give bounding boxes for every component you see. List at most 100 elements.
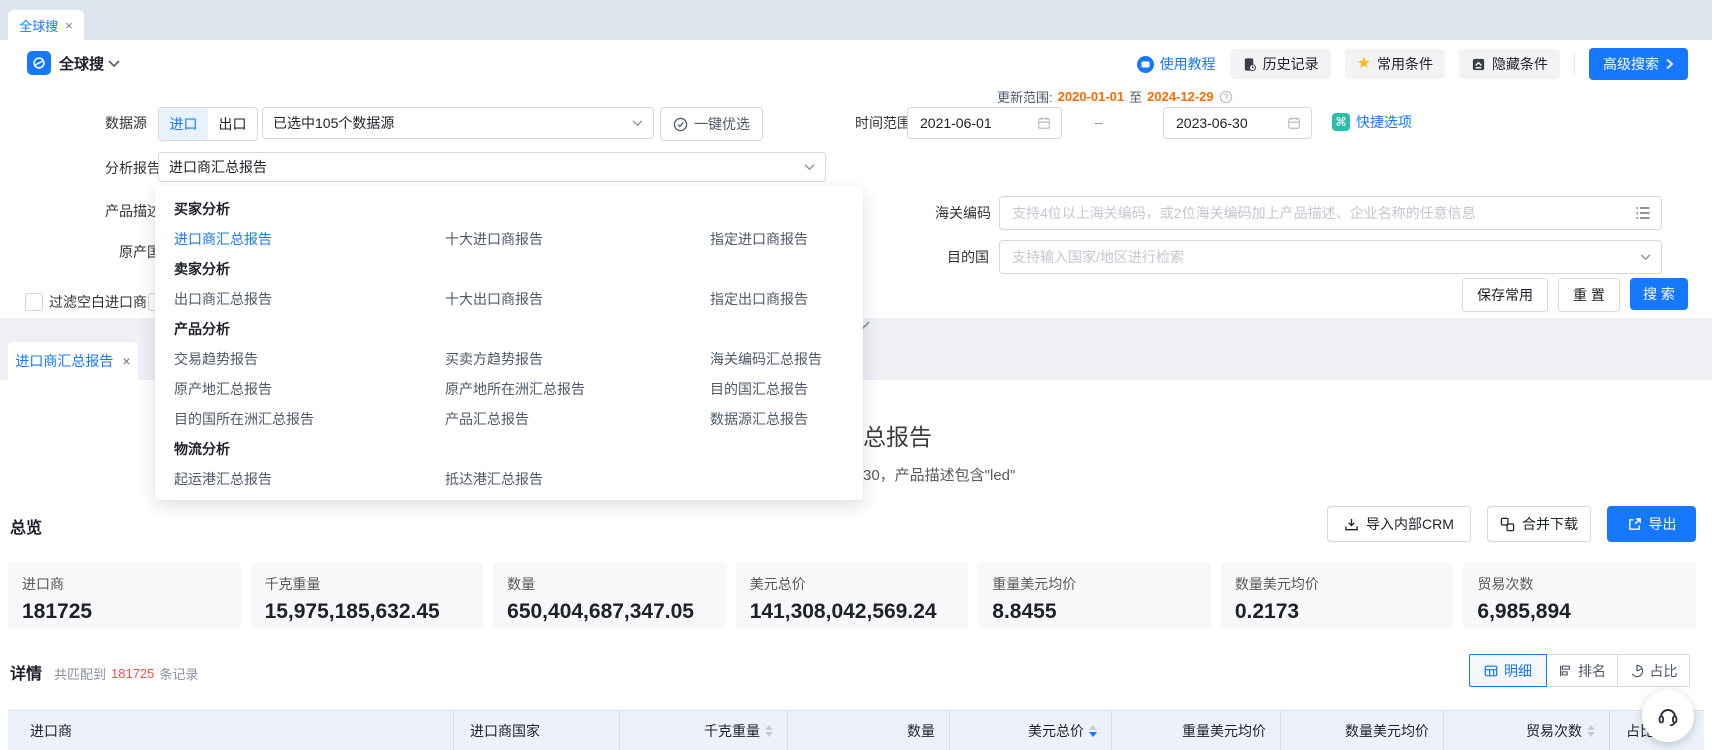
merge-download-button[interactable]: 合并下载 bbox=[1487, 506, 1591, 542]
stat-card-importers: 进口商 181725 bbox=[8, 562, 241, 629]
quick-options-link[interactable]: ⌘ 快捷选项 bbox=[1332, 112, 1412, 132]
list-icon[interactable] bbox=[1635, 206, 1651, 220]
col-usd-per-qty[interactable]: 数量美元均价 bbox=[1281, 711, 1444, 750]
menu-item-top-importers-report[interactable]: 十大进口商报告 bbox=[445, 229, 710, 249]
overview-heading: 总览 bbox=[10, 514, 42, 538]
menu-item-product-summary-report[interactable]: 产品汇总报告 bbox=[445, 409, 710, 429]
hs-code-field[interactable] bbox=[1010, 204, 1635, 222]
report-subtitle-fragment: 30，产品描述包含"led" bbox=[863, 464, 1015, 485]
start-date-input[interactable] bbox=[907, 107, 1062, 139]
menu-item-specified-exporter-report[interactable]: 指定出口商报告 bbox=[710, 289, 844, 309]
toggle-import[interactable]: 进口 bbox=[159, 108, 208, 140]
pie-icon bbox=[1630, 664, 1644, 678]
menu-item-importer-summary-report[interactable]: 进口商汇总报告 bbox=[174, 229, 445, 249]
view-toggle-rank[interactable]: 排名 bbox=[1546, 654, 1618, 687]
divider bbox=[1574, 53, 1575, 75]
col-kg-weight[interactable]: 千克重量 bbox=[620, 711, 788, 750]
col-importer-country[interactable]: 进口商国家 bbox=[454, 711, 620, 750]
question-circle-icon[interactable]: ? bbox=[1219, 90, 1233, 104]
calendar-icon bbox=[1287, 116, 1301, 130]
hide-conditions-icon bbox=[1471, 57, 1486, 72]
history-icon bbox=[1242, 57, 1257, 72]
end-date-input[interactable] bbox=[1163, 107, 1312, 139]
close-icon[interactable]: × bbox=[65, 18, 73, 33]
col-trade-count[interactable]: 贸易次数 bbox=[1444, 711, 1610, 750]
sort-icon[interactable] bbox=[1587, 725, 1595, 737]
calendar-icon bbox=[1037, 116, 1051, 130]
hs-code-input[interactable] bbox=[999, 196, 1662, 230]
filter-blank-importer-label: 过滤空白进口商 bbox=[49, 294, 147, 310]
menu-item-top-exporters-report[interactable]: 十大出口商报告 bbox=[445, 289, 710, 309]
report-type-select[interactable]: 进口商汇总报告 bbox=[158, 152, 826, 182]
headset-icon bbox=[1656, 704, 1680, 728]
col-quantity[interactable]: 数量 bbox=[788, 711, 950, 750]
view-toggle-detail[interactable]: 明细 bbox=[1469, 654, 1547, 687]
advanced-search-button[interactable]: 高级搜索 bbox=[1589, 48, 1688, 80]
search-button[interactable]: 搜 索 bbox=[1630, 278, 1688, 310]
stat-card-kg-weight: 千克重量 15,975,185,632.45 bbox=[251, 562, 484, 629]
app-title: 全球搜 bbox=[59, 53, 104, 74]
tutorial-icon bbox=[1137, 56, 1154, 73]
page-tab-global-search[interactable]: 全球搜 × bbox=[8, 10, 84, 40]
menu-item-trade-trend-report[interactable]: 交易趋势报告 bbox=[174, 349, 445, 369]
menu-item-data-source-summary-report[interactable]: 数据源汇总报告 bbox=[710, 409, 844, 429]
match-count-text: 共匹配到 181725 条记录 bbox=[54, 664, 198, 683]
sort-icon[interactable] bbox=[765, 725, 773, 737]
hs-code-label: 海关编码 bbox=[935, 205, 991, 221]
menu-item-exporter-summary-report[interactable]: 出口商汇总报告 bbox=[174, 289, 445, 309]
menu-group-logistics-analysis: 物流分析 bbox=[155, 434, 863, 464]
col-importer[interactable]: 进口商 bbox=[8, 711, 454, 750]
export-button[interactable]: 导出 bbox=[1607, 506, 1696, 542]
rank-icon bbox=[1558, 664, 1572, 678]
one-click-select-button[interactable]: 一键优选 bbox=[660, 107, 763, 141]
favorites-button[interactable]: ★ 常用条件 bbox=[1345, 49, 1445, 79]
menu-group-product-analysis: 产品分析 bbox=[155, 314, 863, 344]
menu-item-specified-importer-report[interactable]: 指定进口商报告 bbox=[710, 229, 844, 249]
check-circle-icon bbox=[673, 117, 688, 132]
close-icon[interactable]: × bbox=[122, 353, 130, 369]
import-icon bbox=[1344, 517, 1359, 532]
menu-item-origin-continent-summary-report[interactable]: 原产地所在洲汇总报告 bbox=[445, 379, 710, 399]
menu-item-buyer-seller-trend-report[interactable]: 买卖方趋势报告 bbox=[445, 349, 710, 369]
update-range-end: 2024-12-29 bbox=[1147, 89, 1214, 104]
stat-card-usd-per-qty: 数量美元均价 0.2173 bbox=[1221, 562, 1454, 629]
col-usd-per-weight[interactable]: 重量美元均价 bbox=[1112, 711, 1281, 750]
menu-item-destination-continent-summary-report[interactable]: 目的国所在洲汇总报告 bbox=[174, 409, 445, 429]
menu-item-destination-summary-report[interactable]: 目的国汇总报告 bbox=[710, 379, 844, 399]
filter-blank-importer-checkbox[interactable] bbox=[25, 293, 43, 311]
chevron-down-icon bbox=[632, 120, 643, 127]
menu-item-hs-code-summary-report[interactable]: 海关编码汇总报告 bbox=[710, 349, 844, 369]
overview-stats: 进口商 181725 千克重量 15,975,185,632.45 数量 650… bbox=[8, 562, 1696, 629]
customer-service-button[interactable] bbox=[1642, 690, 1694, 742]
history-button[interactable]: 历史记录 bbox=[1230, 49, 1331, 79]
import-crm-button[interactable]: 导入内部CRM bbox=[1327, 506, 1471, 542]
stat-card-usd-total: 美元总价 141,308,042,569.24 bbox=[736, 562, 969, 629]
reset-button[interactable]: 重 置 bbox=[1558, 278, 1620, 312]
start-date-field[interactable] bbox=[918, 114, 1037, 132]
app-logo-icon bbox=[27, 51, 51, 75]
view-toggle-share[interactable]: 占比 bbox=[1617, 654, 1690, 687]
chevron-down-icon[interactable] bbox=[108, 60, 120, 68]
tutorial-link[interactable]: 使用教程 bbox=[1137, 54, 1216, 74]
save-favorite-button[interactable]: 保存常用 bbox=[1462, 278, 1548, 312]
data-source-select[interactable]: 已选中105个数据源 bbox=[262, 107, 654, 139]
destination-input[interactable] bbox=[999, 240, 1662, 274]
product-desc-label: 产品描述 bbox=[105, 203, 161, 219]
result-tab-importer-summary[interactable]: 进口商汇总报告 × bbox=[8, 342, 138, 380]
chevron-down-icon bbox=[1640, 254, 1651, 261]
toggle-export[interactable]: 出口 bbox=[208, 108, 257, 140]
details-heading: 详情 bbox=[10, 660, 42, 684]
end-date-field[interactable] bbox=[1174, 114, 1287, 132]
date-range-separator: – bbox=[1095, 114, 1103, 130]
export-icon bbox=[1627, 517, 1642, 532]
menu-item-origin-summary-report[interactable]: 原产地汇总报告 bbox=[174, 379, 445, 399]
update-range: 更新范围: 2020-01-01 至 2024-12-29 ? bbox=[997, 87, 1233, 106]
menu-item-departure-port-summary-report[interactable]: 起运港汇总报告 bbox=[174, 469, 445, 489]
stat-card-trade-count: 贸易次数 6,985,894 bbox=[1463, 562, 1696, 629]
destination-field[interactable] bbox=[1010, 248, 1640, 266]
hide-conditions-button[interactable]: 隐藏条件 bbox=[1459, 49, 1560, 79]
menu-item-arrival-port-summary-report[interactable]: 抵达港汇总报告 bbox=[445, 469, 710, 489]
sort-icon-active-desc[interactable] bbox=[1089, 725, 1097, 737]
col-usd-total[interactable]: 美元总价 bbox=[950, 711, 1112, 750]
results-table-header: 进口商 进口商国家 千克重量 数量 美元总价 重量美元均价 bbox=[8, 710, 1704, 750]
